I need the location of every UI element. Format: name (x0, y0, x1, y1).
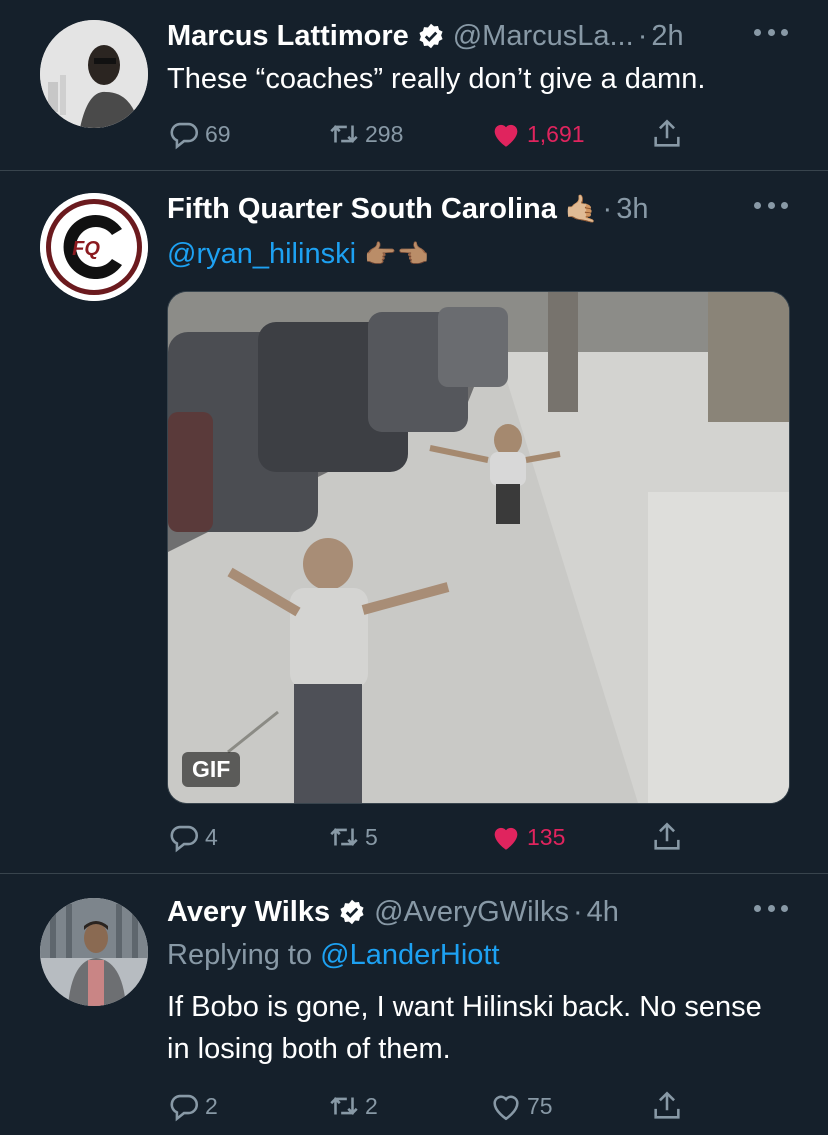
reply-count: 2 (205, 1092, 218, 1119)
gif-badge: GIF (182, 752, 241, 787)
more-options-icon[interactable] (754, 22, 788, 42)
separator-dot: · (602, 192, 613, 225)
tweet-text: These “coaches” really don’t give a damn… (167, 63, 706, 95)
call-me-hand-emoji: 🤙🏼 (564, 194, 599, 224)
retweet-button[interactable]: 5 (327, 817, 378, 857)
tweet-actions: 69 298 1,691 (167, 114, 788, 154)
more-options-icon[interactable] (754, 195, 788, 215)
verified-badge-icon (417, 22, 445, 50)
gif-media[interactable]: GIF (167, 291, 790, 804)
reply-icon (170, 825, 198, 853)
retweet-count: 298 (365, 120, 404, 147)
share-icon (654, 1091, 680, 1119)
tweet-actions: 4 5 135 (167, 817, 788, 857)
share-button[interactable] (650, 1086, 684, 1126)
reply-icon (170, 122, 198, 150)
mention-link[interactable]: @ryan_hilinski (167, 238, 356, 270)
reply-count: 69 (205, 120, 231, 147)
avatar[interactable] (40, 898, 148, 1006)
author-name[interactable]: Avery Wilks (167, 896, 330, 929)
like-button[interactable]: 1,691 (489, 114, 585, 154)
reply-button[interactable]: 4 (167, 817, 218, 857)
more-options-icon[interactable] (754, 898, 788, 918)
author-name[interactable]: Marcus Lattimore (167, 20, 409, 53)
like-button[interactable]: 135 (489, 817, 565, 857)
avatar-monogram: FQ (72, 238, 100, 260)
reply-icon (170, 1094, 198, 1122)
retweet-button[interactable]: 2 (327, 1086, 378, 1126)
author-handle[interactable]: @AveryGWilks (374, 896, 569, 929)
retweet-count: 2 (365, 1092, 378, 1119)
avatar[interactable]: FQ (40, 193, 148, 301)
like-count: 75 (527, 1092, 553, 1119)
tweet-2[interactable]: FQ Fifth Quarter South Carolina 🤙🏼 · 3h … (0, 171, 828, 873)
separator-dot: · (637, 19, 648, 52)
tweet-time[interactable]: 2h (651, 20, 683, 53)
like-button[interactable]: 75 (489, 1086, 553, 1126)
tweet-text: If Bobo is gone, I want Hilinski back. N… (167, 991, 762, 1065)
tweet-time[interactable]: 4h (587, 896, 619, 929)
reply-button[interactable]: 69 (167, 114, 231, 154)
like-count: 1,691 (527, 120, 585, 147)
retweet-icon (330, 1097, 358, 1115)
retweet-icon (330, 125, 358, 143)
retweet-button[interactable]: 298 (327, 114, 403, 154)
pointing-hands-emoji: 👉🏽👈🏽 (364, 239, 429, 269)
verified-badge-icon (338, 898, 366, 926)
reply-button[interactable]: 2 (167, 1086, 218, 1126)
reply-count: 4 (205, 823, 218, 850)
like-count: 135 (527, 823, 566, 850)
author-name[interactable]: Fifth Quarter South Carolina (167, 193, 557, 226)
tweet-1[interactable]: Marcus Lattimore @MarcusLa... · 2h These… (0, 0, 828, 170)
avatar[interactable] (40, 20, 148, 128)
share-icon (654, 822, 680, 850)
replying-to-link[interactable]: @LanderHiott (320, 939, 499, 971)
replying-to-label: Replying to (167, 939, 313, 971)
share-button[interactable] (650, 817, 684, 857)
tweet-actions: 2 2 75 (167, 1086, 788, 1126)
heart-filled-icon (494, 827, 518, 850)
share-button[interactable] (650, 114, 684, 154)
separator-dot: · (572, 895, 583, 928)
tweet-time[interactable]: 3h (616, 193, 648, 226)
heart-outline-icon (493, 1095, 519, 1121)
retweet-count: 5 (365, 823, 378, 850)
gif-preview-image (168, 292, 789, 803)
author-handle[interactable]: @MarcusLa... (453, 20, 634, 53)
tweet-3[interactable]: Avery Wilks @AveryGWilks · 4h Replying t… (0, 874, 828, 1135)
share-icon (654, 119, 680, 147)
heart-filled-icon (494, 124, 518, 147)
retweet-icon (330, 828, 358, 846)
